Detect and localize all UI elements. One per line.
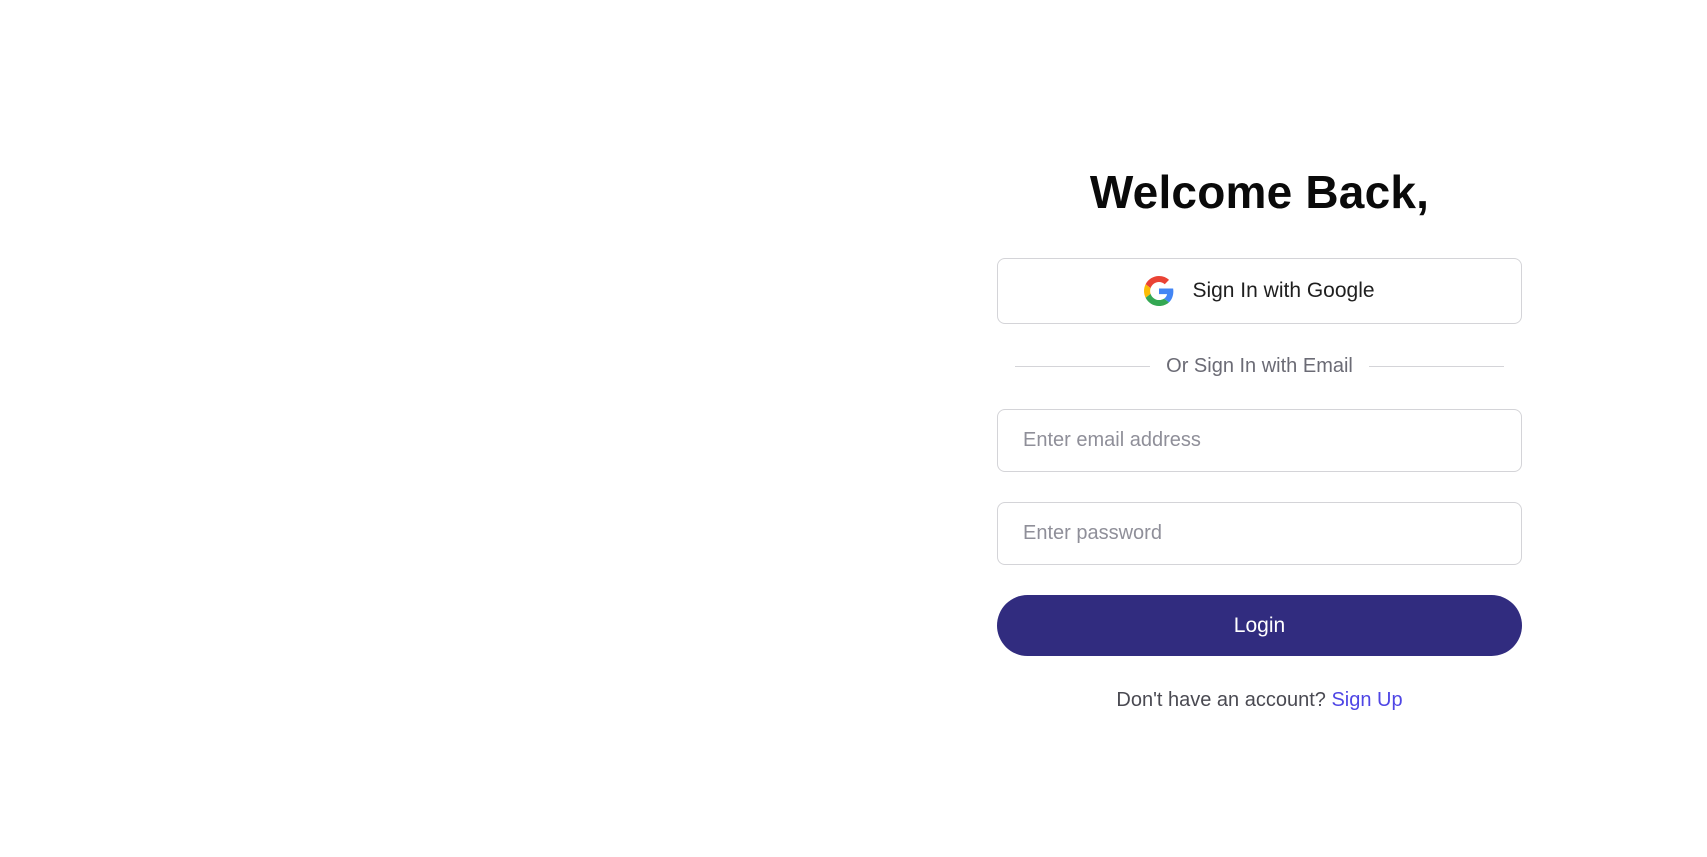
email-field[interactable] <box>997 409 1522 472</box>
login-button[interactable]: Login <box>997 595 1522 656</box>
left-blank-panel <box>0 0 854 857</box>
password-field[interactable] <box>997 502 1522 565</box>
divider-text: Or Sign In with Email <box>1166 354 1353 377</box>
sign-up-link[interactable]: Sign Up <box>1331 689 1402 711</box>
divider-line-right <box>1368 365 1505 367</box>
login-form: Welcome Back, Sign In with Google Or Sig… <box>997 150 1522 712</box>
divider-line-left <box>1015 365 1151 367</box>
google-sign-in-button[interactable]: Sign In with Google <box>997 258 1522 324</box>
page-title: Welcome Back, <box>1089 166 1430 218</box>
email-divider: Or Sign In with Email <box>997 354 1522 378</box>
signup-prompt: Don't have an account? <box>1116 689 1326 711</box>
signup-row: Don't have an account? Sign Up <box>997 689 1522 712</box>
page: Welcome Back, Sign In with Google Or Sig… <box>0 0 1707 857</box>
google-g-icon <box>1144 276 1174 306</box>
google-sign-in-label: Sign In with Google <box>1192 279 1375 302</box>
